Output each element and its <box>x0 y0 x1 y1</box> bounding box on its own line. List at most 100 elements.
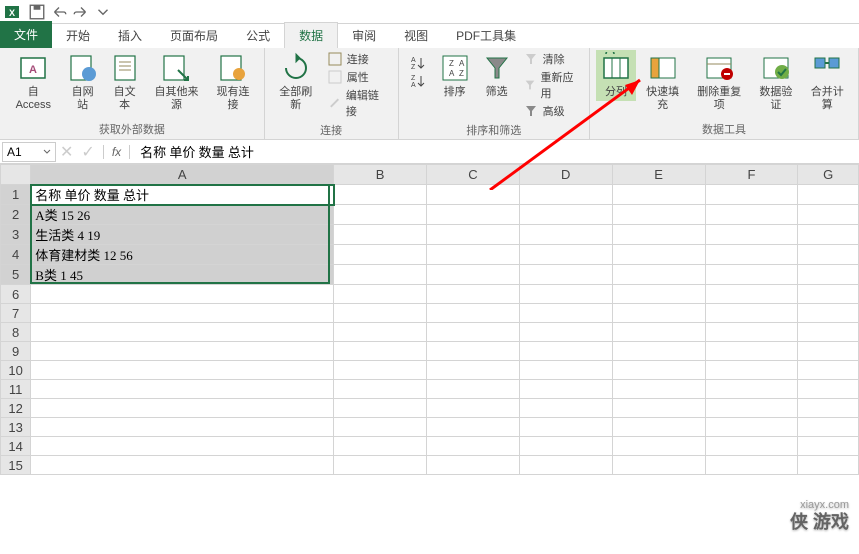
cell-G2[interactable] <box>798 205 859 225</box>
tab-layout[interactable]: 页面布局 <box>156 23 232 48</box>
cell-B3[interactable] <box>334 225 427 245</box>
from-text-button[interactable]: 自文本 <box>105 50 145 114</box>
cell-F2[interactable] <box>705 205 798 225</box>
tab-view[interactable]: 视图 <box>390 23 442 48</box>
cell-A2[interactable]: A类 15 26 <box>31 205 334 225</box>
cell-D12[interactable] <box>519 399 612 418</box>
consolidate-button[interactable]: 合并计算 <box>803 50 852 114</box>
cell-F15[interactable] <box>705 456 798 475</box>
tab-home[interactable]: 开始 <box>52 23 104 48</box>
cell-C7[interactable] <box>426 304 519 323</box>
cell-A15[interactable] <box>31 456 334 475</box>
cell-B11[interactable] <box>334 380 427 399</box>
cell-C4[interactable] <box>426 245 519 265</box>
cell-D8[interactable] <box>519 323 612 342</box>
sort-asc-button[interactable]: AZ <box>405 54 433 72</box>
cell-F10[interactable] <box>705 361 798 380</box>
cell-C15[interactable] <box>426 456 519 475</box>
row-header-7[interactable]: 7 <box>1 304 31 323</box>
cell-C5[interactable] <box>426 265 519 285</box>
cell-B15[interactable] <box>334 456 427 475</box>
cell-C1[interactable] <box>426 185 519 205</box>
remove-duplicates-button[interactable]: 删除重复项 <box>689 50 749 114</box>
row-header-14[interactable]: 14 <box>1 437 31 456</box>
cell-F13[interactable] <box>705 418 798 437</box>
cell-B9[interactable] <box>334 342 427 361</box>
cell-E2[interactable] <box>612 205 705 225</box>
cell-A12[interactable] <box>31 399 334 418</box>
cell-C13[interactable] <box>426 418 519 437</box>
tab-review[interactable]: 审阅 <box>338 23 390 48</box>
cell-C9[interactable] <box>426 342 519 361</box>
text-to-columns-button[interactable]: 分列 <box>596 50 636 101</box>
cell-F11[interactable] <box>705 380 798 399</box>
advanced-button[interactable]: 高级 <box>519 102 583 120</box>
row-header-4[interactable]: 4 <box>1 245 31 265</box>
save-icon[interactable] <box>28 3 46 21</box>
cell-A7[interactable] <box>31 304 334 323</box>
refresh-all-button[interactable]: 全部刷新 <box>271 50 321 114</box>
tab-pdf[interactable]: PDF工具集 <box>442 23 530 48</box>
cell-A8[interactable] <box>31 323 334 342</box>
cell-G6[interactable] <box>798 285 859 304</box>
cell-D14[interactable] <box>519 437 612 456</box>
cell-B2[interactable] <box>334 205 427 225</box>
cell-B6[interactable] <box>334 285 427 304</box>
filter-button[interactable]: 筛选 <box>477 50 517 101</box>
properties-button[interactable]: 属性 <box>323 68 392 86</box>
tab-data[interactable]: 数据 <box>284 22 338 48</box>
col-header-F[interactable]: F <box>705 165 798 185</box>
row-header-11[interactable]: 11 <box>1 380 31 399</box>
row-header-5[interactable]: 5 <box>1 265 31 285</box>
cell-E10[interactable] <box>612 361 705 380</box>
cell-D15[interactable] <box>519 456 612 475</box>
tab-formulas[interactable]: 公式 <box>232 23 284 48</box>
cell-E3[interactable] <box>612 225 705 245</box>
cell-G14[interactable] <box>798 437 859 456</box>
cell-G12[interactable] <box>798 399 859 418</box>
row-header-12[interactable]: 12 <box>1 399 31 418</box>
connections-button[interactable]: 连接 <box>323 50 392 68</box>
row-header-3[interactable]: 3 <box>1 225 31 245</box>
cell-A13[interactable] <box>31 418 334 437</box>
cell-E6[interactable] <box>612 285 705 304</box>
cell-F7[interactable] <box>705 304 798 323</box>
cell-G5[interactable] <box>798 265 859 285</box>
cell-D1[interactable] <box>519 185 612 205</box>
row-header-2[interactable]: 2 <box>1 205 31 225</box>
data-validation-button[interactable]: 数据验证 <box>751 50 800 114</box>
cell-B13[interactable] <box>334 418 427 437</box>
cell-G10[interactable] <box>798 361 859 380</box>
cell-D5[interactable] <box>519 265 612 285</box>
cell-C8[interactable] <box>426 323 519 342</box>
cell-F4[interactable] <box>705 245 798 265</box>
cell-E8[interactable] <box>612 323 705 342</box>
edit-links-button[interactable]: 编辑链接 <box>323 86 392 120</box>
row-header-6[interactable]: 6 <box>1 285 31 304</box>
cell-D9[interactable] <box>519 342 612 361</box>
cell-A14[interactable] <box>31 437 334 456</box>
existing-conn-button[interactable]: 现有连接 <box>208 50 257 114</box>
flash-fill-button[interactable]: 快速填充 <box>638 50 687 114</box>
cell-D3[interactable] <box>519 225 612 245</box>
cell-E4[interactable] <box>612 245 705 265</box>
cell-G8[interactable] <box>798 323 859 342</box>
cell-F1[interactable] <box>705 185 798 205</box>
cell-E9[interactable] <box>612 342 705 361</box>
cancel-icon[interactable]: ✕ <box>56 142 77 162</box>
sort-button[interactable]: ZAAZ 排序 <box>435 50 475 101</box>
row-header-8[interactable]: 8 <box>1 323 31 342</box>
col-header-D[interactable]: D <box>519 165 612 185</box>
select-all-corner[interactable] <box>1 165 31 185</box>
col-header-G[interactable]: G <box>798 165 859 185</box>
cell-D10[interactable] <box>519 361 612 380</box>
cell-G15[interactable] <box>798 456 859 475</box>
row-header-13[interactable]: 13 <box>1 418 31 437</box>
undo-icon[interactable] <box>50 3 68 21</box>
cell-F9[interactable] <box>705 342 798 361</box>
cell-E14[interactable] <box>612 437 705 456</box>
cell-F14[interactable] <box>705 437 798 456</box>
cell-G11[interactable] <box>798 380 859 399</box>
cell-F8[interactable] <box>705 323 798 342</box>
col-header-B[interactable]: B <box>334 165 427 185</box>
